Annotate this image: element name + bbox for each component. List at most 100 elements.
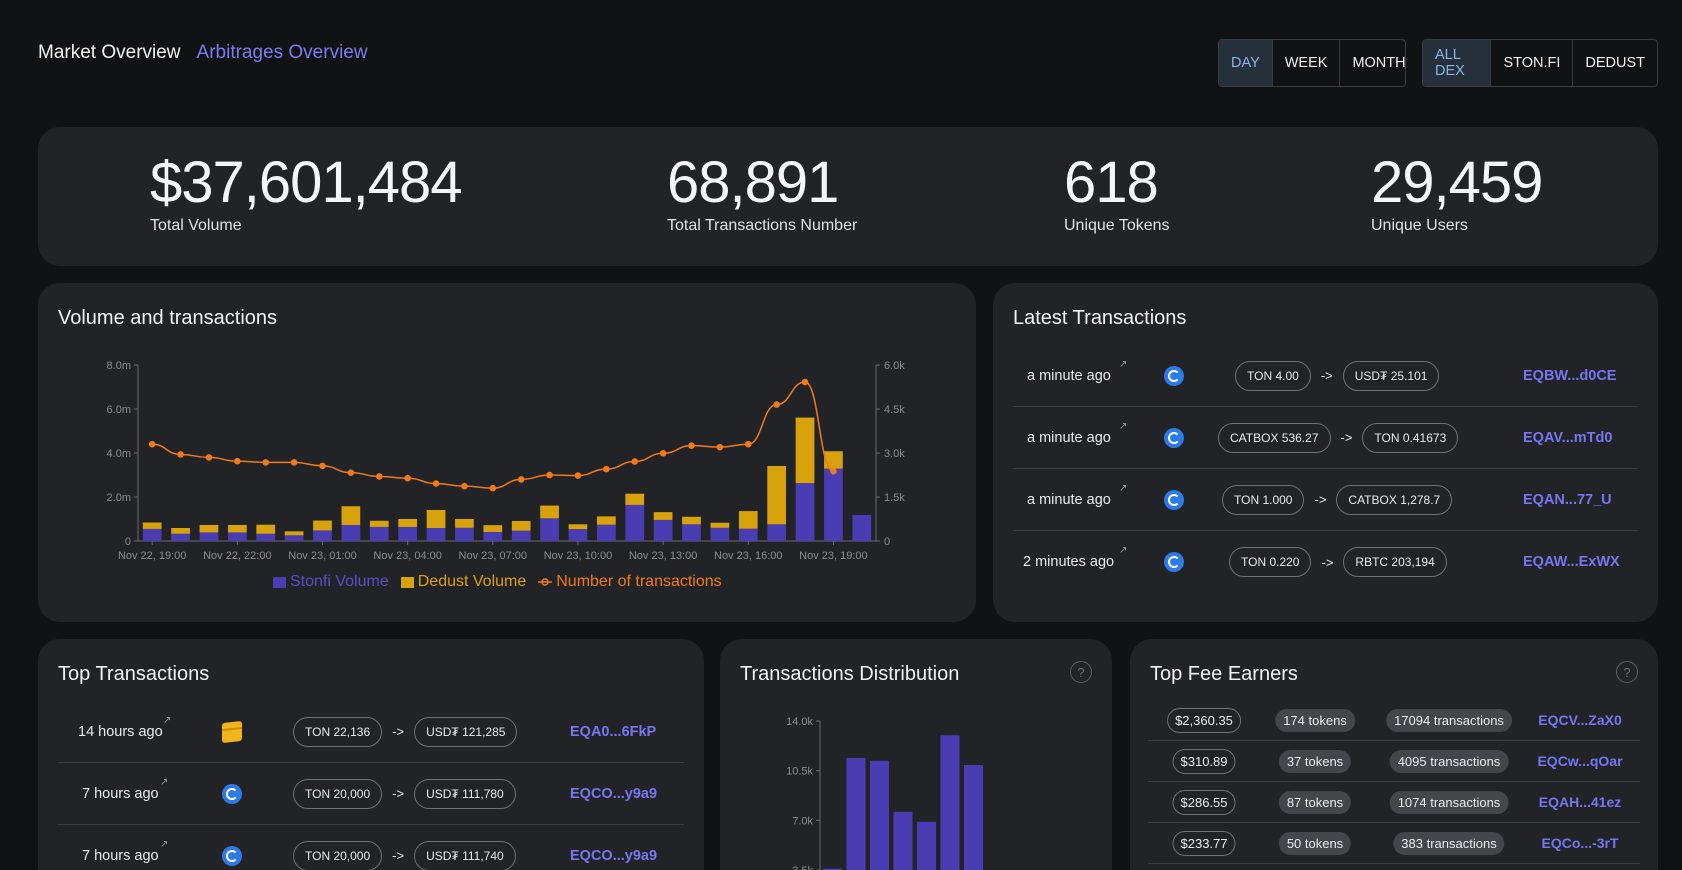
stonfi-dex-icon: [222, 845, 242, 866]
latest-transactions-card: Latest Transactions a minute ago ↗ TON 4.0…: [993, 283, 1658, 622]
period-week-button[interactable]: WEEK: [1273, 40, 1341, 86]
stonfi-dex-icon: [1164, 552, 1184, 572]
swap-pair: TON 0.220 -> RBTC 203,194: [1229, 547, 1447, 577]
card-title: Volume and transactions: [58, 307, 278, 329]
period-month-button[interactable]: MONTH: [1340, 40, 1405, 86]
legend-swatch: [273, 576, 286, 588]
transactions-distribution-card: Transactions Distribution ?: [720, 639, 1112, 870]
fee-earner-row[interactable]: $286.55 87 tokens 1074 transactions EQAH...…: [1148, 782, 1640, 823]
dex-dedust-button[interactable]: DEDUST: [1573, 40, 1657, 86]
fee-earner-row[interactable]: $310.89 37 tokens 4095 transactions EQCw...…: [1148, 741, 1640, 782]
transaction-time-link[interactable]: 2 minutes ago: [1023, 554, 1114, 570]
stonfi-dex-icon: [222, 783, 242, 804]
wallet-address-link[interactable]: EQA0...6FkP: [570, 724, 656, 740]
to-token-pill: CATBOX 1,278.7: [1336, 484, 1453, 515]
period-day-button[interactable]: DAY: [1219, 40, 1273, 86]
stonfi-dex-icon: [1164, 489, 1184, 510]
transaction-row[interactable]: 7 hours ago ↗ TON 20,000 -> USD₮ 111,740 EQCO…: [58, 825, 684, 870]
transaction-row[interactable]: 14 hours ago ↗ TON 22,136 -> USD₮ 121,285 EQA…: [58, 701, 684, 763]
dex-stonfi-button[interactable]: STON.FI: [1491, 40, 1574, 86]
stat-total-transactions: 68,891 Total Transactions Number: [667, 151, 857, 235]
external-link-icon: ↗: [160, 839, 169, 850]
from-token-pill: TON 4.00: [1235, 360, 1311, 391]
legend-line-marker: [538, 578, 553, 586]
transaction-time-link[interactable]: a minute ago: [1027, 430, 1111, 446]
transaction-count-chip: 17094 transactions: [1386, 708, 1512, 732]
swap-pair: TON 20,000 -> USD₮ 111,740: [293, 840, 516, 870]
transaction-time-link[interactable]: a minute ago: [1027, 492, 1111, 508]
wallet-address-link[interactable]: EQAV...mTd0: [1523, 430, 1612, 446]
legend-label: Stonfi Volume: [290, 573, 389, 590]
stonfi-dex-icon: [1164, 365, 1184, 386]
to-token-pill: RBTC 203,194: [1343, 547, 1447, 577]
nav-arbitrages-overview[interactable]: Arbitrages Overview: [197, 42, 368, 64]
from-token-pill: TON 0.220: [1229, 547, 1312, 577]
transaction-row[interactable]: a minute ago ↗ TON 1.000 -> CATBOX 1,278.7 EQ…: [1013, 469, 1638, 531]
stat-label: Unique Users: [1371, 216, 1468, 234]
swap-pair: TON 1.000 -> CATBOX 1,278.7: [1222, 484, 1453, 515]
swap-arrow: ->: [392, 848, 405, 863]
legend-stonfi[interactable]: Stonfi Volume: [273, 573, 389, 591]
fee-earner-row[interactable]: $233.77 50 tokens 383 transactions EQCo...-…: [1148, 823, 1640, 864]
stonfi-dex-icon: [1164, 427, 1184, 448]
swap-pair: CATBOX 536.27 -> TON 0.41673: [1218, 422, 1459, 453]
external-link-icon: ↗: [163, 715, 172, 726]
stat-label: Unique Tokens: [1064, 216, 1170, 234]
nav-market-overview[interactable]: Market Overview: [38, 42, 181, 64]
to-token-pill: USD₮ 121,285: [414, 716, 518, 747]
external-link-icon: ↗: [1119, 359, 1128, 370]
transaction-row[interactable]: 2 minutes ago ↗ TON 0.220 -> RBTC 203,194 EQA…: [1013, 531, 1638, 593]
wallet-address-link[interactable]: EQAN...77_U: [1523, 492, 1612, 508]
wallet-address-link[interactable]: EQCo...-3rT: [1541, 835, 1618, 851]
transaction-time-link[interactable]: 14 hours ago: [78, 724, 163, 740]
stat-unique-users: 29,459 Unique Users: [1371, 150, 1543, 235]
stat-value: 29,459: [1371, 150, 1543, 215]
chart-legend: Stonfi Volume Dedust Volume Number of tr…: [273, 573, 722, 591]
swap-pair: TON 20,000 -> USD₮ 111,780: [293, 778, 516, 809]
dex-all-button[interactable]: ALL DEX: [1423, 40, 1492, 86]
volume-chart-card: Volume and transactions: [38, 283, 976, 622]
wallet-address-link[interactable]: EQCV...ZaX0: [1538, 712, 1622, 728]
from-token-pill: CATBOX 536.27: [1218, 422, 1331, 453]
card-title: Transactions Distribution: [740, 663, 960, 685]
wallet-address-link[interactable]: EQCO...y9a9: [570, 848, 657, 864]
transaction-time-link[interactable]: 7 hours ago: [82, 786, 159, 802]
help-icon[interactable]: ?: [1616, 661, 1638, 683]
dedust-dex-icon: [222, 720, 242, 743]
stat-unique-tokens: 618 Unique Tokens: [1064, 151, 1170, 235]
help-icon[interactable]: ?: [1070, 661, 1092, 683]
token-count-chip: 174 tokens: [1275, 708, 1355, 732]
transaction-row[interactable]: a minute ago ↗ CATBOX 536.27 -> TON 0.41673 E…: [1013, 407, 1638, 469]
fee-amount-pill: $286.55: [1172, 789, 1236, 815]
wallet-address-link[interactable]: EQAW...ExWX: [1523, 554, 1620, 570]
swap-arrow: ->: [1321, 554, 1334, 570]
swap-arrow: ->: [392, 786, 405, 801]
wallet-address-link[interactable]: EQCO...y9a9: [570, 786, 657, 802]
legend-label: Dedust Volume: [417, 573, 527, 590]
wallet-address-link[interactable]: EQCw...qOar: [1537, 753, 1622, 769]
swap-arrow: ->: [1340, 430, 1353, 445]
transaction-time-link[interactable]: a minute ago: [1027, 368, 1111, 384]
card-title: Latest Transactions: [1013, 307, 1187, 329]
legend-transactions[interactable]: Number of transactions: [538, 573, 722, 591]
transaction-row[interactable]: 7 hours ago ↗ TON 20,000 -> USD₮ 111,780 EQCO…: [58, 763, 684, 825]
wallet-address-link[interactable]: EQAH...41ez: [1539, 794, 1621, 810]
fee-earner-row[interactable]: $2,360.35 174 tokens 17094 transactions EQC…: [1148, 700, 1640, 741]
to-token-pill: TON 0.41673: [1362, 422, 1459, 453]
swap-pair: TON 4.00 -> USD₮ 25.101: [1235, 360, 1440, 391]
external-link-icon: ↗: [1119, 483, 1128, 494]
transaction-count-chip: 1074 transactions: [1389, 790, 1509, 814]
to-token-pill: USD₮ 111,740: [414, 840, 516, 870]
top-nav: Market Overview Arbitrages Overview: [38, 42, 368, 64]
wallet-address-link[interactable]: EQBW...d0CE: [1523, 368, 1616, 384]
transaction-time-link[interactable]: 7 hours ago: [82, 848, 159, 864]
token-count-chip: 37 tokens: [1278, 749, 1352, 773]
to-token-pill: USD₮ 25.101: [1342, 360, 1440, 391]
legend-dedust[interactable]: Dedust Volume: [400, 573, 527, 591]
from-token-pill: TON 22,136: [293, 716, 383, 747]
top-transactions-card: Top Transactions 14 hours ago ↗ TON 22,136…: [38, 639, 704, 870]
transaction-row[interactable]: a minute ago ↗ TON 4.00 -> USD₮ 25.101 EQBW..…: [1013, 345, 1638, 407]
from-token-pill: TON 20,000: [293, 778, 383, 809]
stats-card: $37,601,484 Total Volume 68,891 Total Tr…: [38, 127, 1658, 266]
stat-value: $37,601,484: [150, 150, 463, 215]
